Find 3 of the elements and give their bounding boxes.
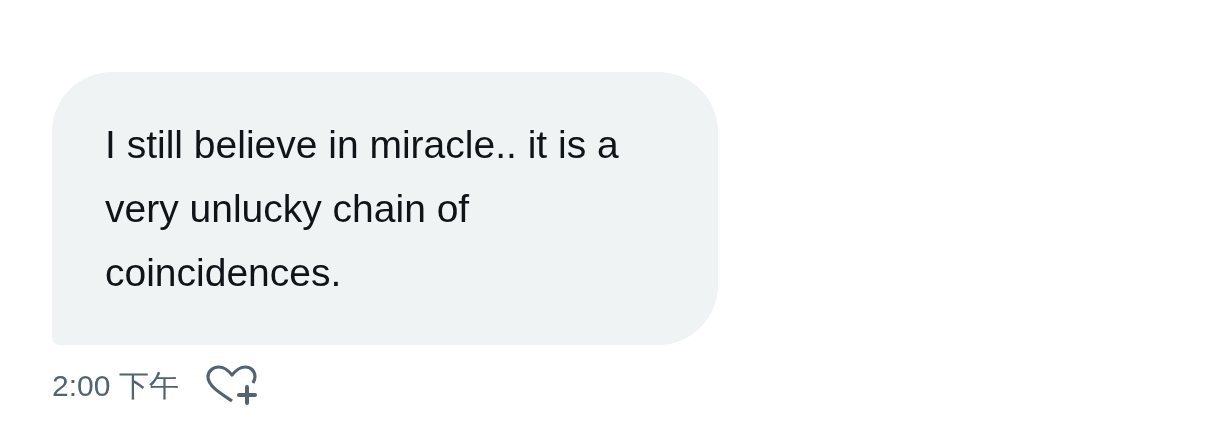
message-text: I still believe in miracle.. it is a very unlucky chain of coincidences. bbox=[105, 121, 620, 296]
add-reaction-icon[interactable] bbox=[204, 365, 259, 407]
message-time: 2:00 下午 bbox=[52, 367, 179, 404]
